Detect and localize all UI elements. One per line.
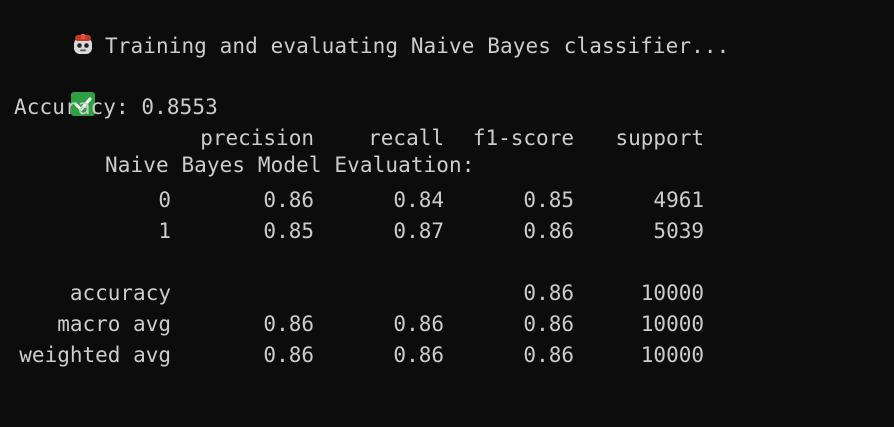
row-f1: 0.86 (523, 281, 574, 305)
row-support: 10000 (640, 281, 704, 305)
row-recall (330, 278, 444, 309)
header-precision: precision (200, 126, 314, 150)
row-support: 4961 (653, 188, 704, 212)
row-precision: 0.86 (263, 188, 314, 212)
row-recall: 0.86 (393, 343, 444, 367)
terminal-output[interactable]: Training and evaluating Naive Bayes clas… (0, 0, 894, 427)
row-f1: 0.86 (523, 312, 574, 336)
robot-icon (73, 34, 92, 54)
row-f1: 0.86 (523, 219, 574, 243)
row-support: 5039 (653, 219, 704, 243)
training-line: Training and evaluating Naive Bayes clas… (20, 0, 729, 58)
header-recall: recall (368, 126, 444, 150)
row-support: 10000 (640, 343, 704, 367)
eval-heading-line: Naive Bayes Model Evaluation: (20, 61, 475, 177)
row-support: 10000 (640, 312, 704, 336)
row-precision: 0.86 (263, 312, 314, 336)
row-f1: 0.86 (523, 343, 574, 367)
header-f1-score: f1-score (472, 126, 574, 150)
training-text: Training and evaluating Naive Bayes clas… (104, 34, 730, 58)
row-precision: 0.86 (263, 343, 314, 367)
row-recall: 0.84 (393, 188, 444, 212)
row-f1: 0.85 (523, 188, 574, 212)
row-recall: 0.87 (393, 219, 444, 243)
accuracy-line: Accuracy: 0.8553 (14, 95, 218, 119)
eval-heading-text: Naive Bayes Model Evaluation: (104, 153, 475, 177)
row-label: macro avg (57, 312, 171, 336)
header-support: support (615, 126, 704, 150)
row-label: accuracy (69, 281, 171, 305)
row-recall: 0.86 (393, 312, 444, 336)
row-label: 0 (158, 188, 171, 212)
row-label: weighted avg (19, 343, 171, 367)
row-precision: 0.85 (263, 219, 314, 243)
row-precision (150, 278, 314, 309)
row-label: 1 (158, 219, 171, 243)
